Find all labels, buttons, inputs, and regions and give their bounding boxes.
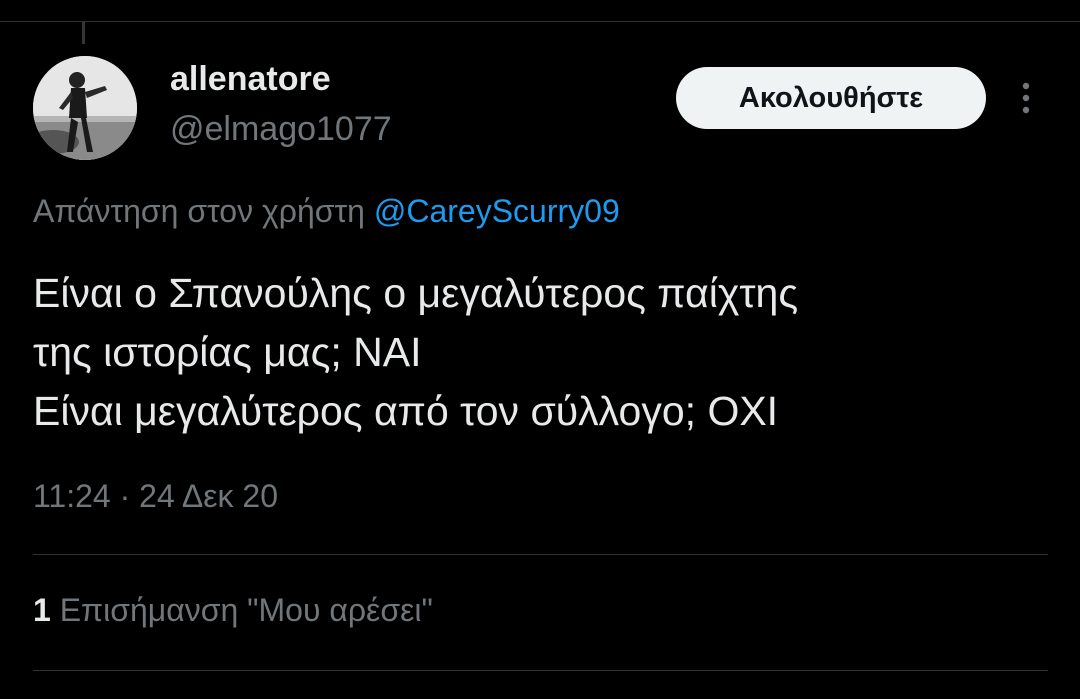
reply-mention-link[interactable]: @CareyScurry09 <box>374 193 620 229</box>
avatar[interactable] <box>33 56 137 160</box>
thread-connector-line <box>82 22 85 44</box>
reply-context: Απάντηση στον χρήστη @CareyScurry09 <box>33 193 620 230</box>
author-handle[interactable]: @elmago1077 <box>170 110 392 149</box>
likes-summary[interactable]: 1 Επισήμανση "Μου αρέσει" <box>33 592 433 629</box>
follow-button[interactable]: Ακολουθήστε <box>676 67 986 129</box>
author-display-name[interactable]: allenatore <box>170 60 331 99</box>
likes-count: 1 <box>33 592 51 628</box>
divider <box>33 554 1048 555</box>
reply-prefix: Απάντηση στον χρήστη <box>33 193 365 229</box>
tweet-timestamp[interactable]: 11:24 · 24 Δεκ 20 <box>33 478 278 515</box>
divider <box>33 670 1048 671</box>
more-vertical-icon[interactable] <box>1012 78 1040 118</box>
tweet-text-line: της ιστορίας μας; ΝΑΙ <box>33 329 422 375</box>
top-divider <box>0 21 1080 22</box>
tweet-text-line: Είναι ο Σπανούλης ο μεγαλύτερος παίχτης <box>33 270 799 316</box>
profile-photo-icon <box>33 56 137 160</box>
tweet-text-line: Είναι μεγαλύτερος από τον σύλλογο; ΟΧΙ <box>33 388 779 434</box>
tweet-text: Είναι ο Σπανούλης ο μεγαλύτερος παίχτης … <box>33 264 1043 441</box>
likes-label: Επισήμανση "Μου αρέσει" <box>59 592 433 628</box>
